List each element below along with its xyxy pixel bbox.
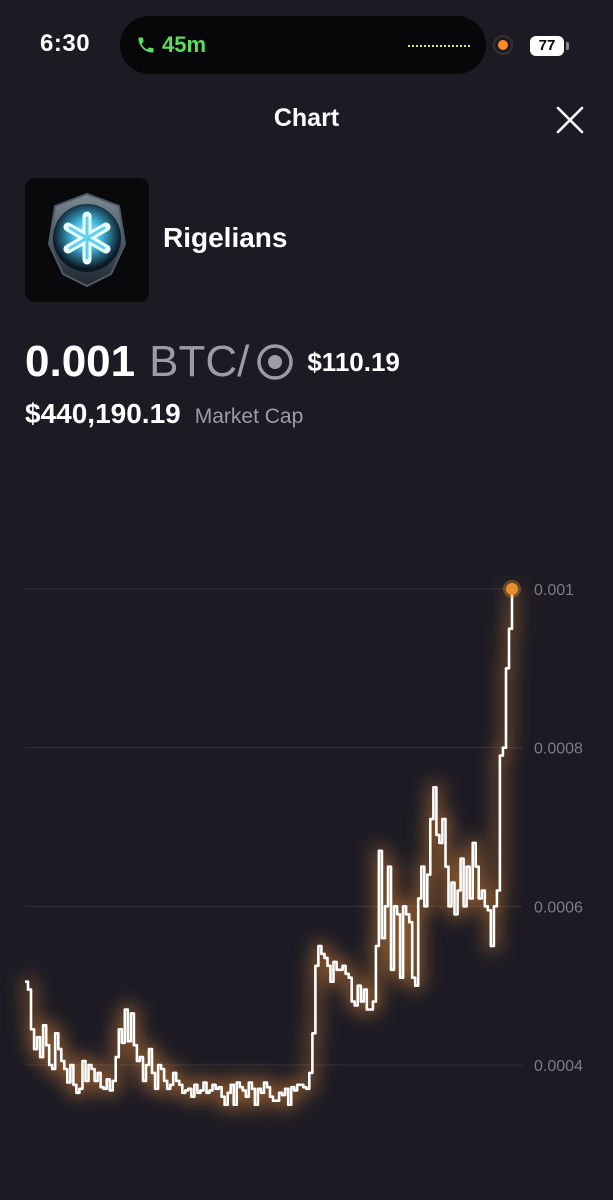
chart-screen: 6:30 45m 77 Chart Rigelians 0.001 BTC / … [0, 0, 613, 1200]
current-price-marker [506, 583, 518, 595]
price-line-glow [23, 589, 517, 1110]
y-tick-label: 0.0006 [534, 899, 583, 916]
price-chart[interactable]: 0.001 0.0008 0.0006 0.0004 [0, 0, 613, 1200]
y-tick-label: 0.001 [534, 582, 574, 599]
y-tick-label: 0.0008 [534, 741, 583, 758]
y-tick-label: 0.0004 [534, 1058, 583, 1075]
